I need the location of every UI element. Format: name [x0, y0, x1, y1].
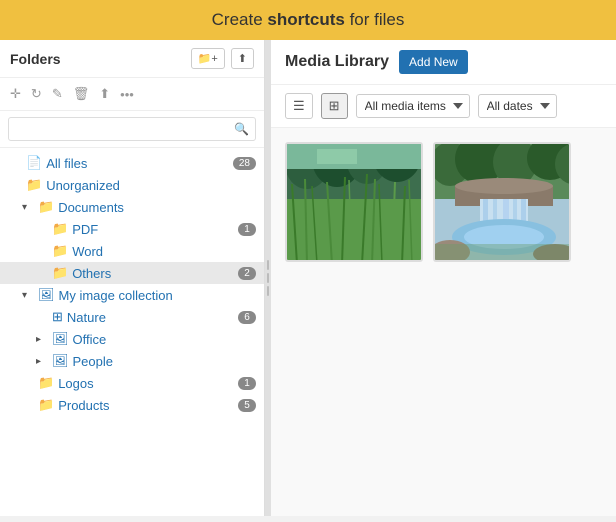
- others-folder-icon: 📁: [52, 265, 68, 281]
- left-panel: Folders 📁+ ⬆ ✛ ↻ ✎ 🗑 ⬆ ••• 🔍: [0, 40, 265, 516]
- upload-button[interactable]: ⬆: [231, 48, 254, 69]
- upload-icon: ⬆: [238, 52, 247, 65]
- refresh-icon[interactable]: ↻: [29, 84, 44, 104]
- people-label: People: [73, 354, 113, 369]
- documents-label: Documents: [58, 200, 124, 215]
- others-label: Others: [72, 266, 111, 281]
- products-folder-icon: 📁: [38, 397, 54, 413]
- pdf-badge: 1: [238, 223, 256, 236]
- word-label: Word: [72, 244, 103, 259]
- people-icon: 🖼: [52, 353, 69, 369]
- list-view-button[interactable]: ☰: [285, 93, 313, 119]
- filter-type-select[interactable]: All media items Images Videos Audio Docu…: [356, 94, 470, 118]
- media-toolbar: ☰ ⊞ All media items Images Videos Audio …: [271, 85, 616, 128]
- media-thumb-1[interactable]: [285, 142, 423, 262]
- pdf-folder-icon: 📁: [52, 221, 68, 237]
- right-panel: Media Library Add New ☰ ⊞ All media item…: [271, 40, 616, 516]
- grid-view-button[interactable]: ⊞: [321, 93, 348, 119]
- edit-icon[interactable]: ✎: [50, 84, 65, 104]
- search-wrap: 🔍: [8, 117, 256, 141]
- new-folder-button[interactable]: 📁+: [191, 48, 225, 69]
- products-badge: 5: [238, 399, 256, 412]
- more-icon[interactable]: •••: [118, 85, 136, 104]
- media-grid: [271, 128, 616, 516]
- tree-item-office[interactable]: ▸ 🖼 Office: [0, 328, 264, 350]
- all-files-icon: 📄: [26, 155, 42, 171]
- nature-icon: ⊞: [52, 309, 63, 325]
- tree-area: 📄 All files 28 📁 Unorganized ▾ 📁 Documen…: [0, 148, 264, 516]
- nature-badge: 6: [238, 311, 256, 324]
- top-banner: Create shortcuts for files: [0, 0, 616, 40]
- logos-label: Logos: [58, 376, 93, 391]
- delete-icon[interactable]: 🗑: [71, 84, 92, 104]
- logos-badge: 1: [238, 377, 256, 390]
- tree-item-word[interactable]: 📁 Word: [0, 240, 264, 262]
- export-icon[interactable]: ⬆: [97, 84, 112, 104]
- others-badge: 2: [238, 267, 256, 280]
- chevron-right-icon: ▸: [36, 334, 48, 345]
- office-label: Office: [73, 332, 107, 347]
- folders-header: Folders 📁+ ⬆: [0, 40, 264, 78]
- unorganized-label: Unorganized: [46, 178, 120, 193]
- folders-title: Folders: [10, 51, 185, 67]
- chevron-down-icon: ▾: [22, 290, 34, 301]
- all-files-label: All files: [46, 156, 87, 171]
- tree-item-logos[interactable]: 📁 Logos 1: [0, 372, 264, 394]
- tree-item-others[interactable]: 📁 Others 2: [0, 262, 264, 284]
- media-library-title: Media Library: [285, 53, 389, 71]
- pdf-label: PDF: [72, 222, 98, 237]
- filter-date-select[interactable]: All dates 2024 2023 2022: [478, 94, 557, 118]
- banner-text: Create shortcuts for files: [212, 10, 405, 29]
- tree-item-unorganized[interactable]: 📁 Unorganized: [0, 174, 264, 196]
- nature-label: Nature: [67, 310, 106, 325]
- tree-item-my-image-collection[interactable]: ▾ 🖼 My image collection: [0, 284, 264, 306]
- documents-folder-icon: 📁: [38, 199, 54, 215]
- tree-item-documents[interactable]: ▾ 📁 Documents: [0, 196, 264, 218]
- image-collection-icon: 🖼: [38, 287, 55, 303]
- tree-item-people[interactable]: ▸ 🖼 People: [0, 350, 264, 372]
- toolbar-row: ✛ ↻ ✎ 🗑 ⬆ •••: [0, 78, 264, 111]
- unorganized-icon: 📁: [26, 177, 42, 193]
- logos-folder-icon: 📁: [38, 375, 54, 391]
- all-files-badge: 28: [233, 157, 256, 170]
- media-thumb-2[interactable]: [433, 142, 571, 262]
- chevron-down-icon: ▾: [22, 202, 34, 213]
- tree-item-all-files[interactable]: 📄 All files 28: [0, 152, 264, 174]
- tree-item-nature[interactable]: ⊞ Nature 6: [0, 306, 264, 328]
- search-input[interactable]: [8, 117, 256, 141]
- search-row: 🔍: [0, 111, 264, 148]
- office-icon: 🖼: [52, 331, 69, 347]
- chevron-right-icon: ▸: [36, 356, 48, 367]
- move-icon[interactable]: ✛: [8, 84, 23, 104]
- image-collection-label: My image collection: [59, 288, 173, 303]
- tree-item-products[interactable]: 📁 Products 5: [0, 394, 264, 416]
- media-header: Media Library Add New: [271, 40, 616, 85]
- folder-plus-icon: 📁+: [198, 52, 218, 65]
- tree-item-pdf[interactable]: 📁 PDF 1: [0, 218, 264, 240]
- products-label: Products: [58, 398, 109, 413]
- search-icon: 🔍: [234, 122, 249, 136]
- word-folder-icon: 📁: [52, 243, 68, 259]
- add-new-button[interactable]: Add New: [399, 50, 468, 74]
